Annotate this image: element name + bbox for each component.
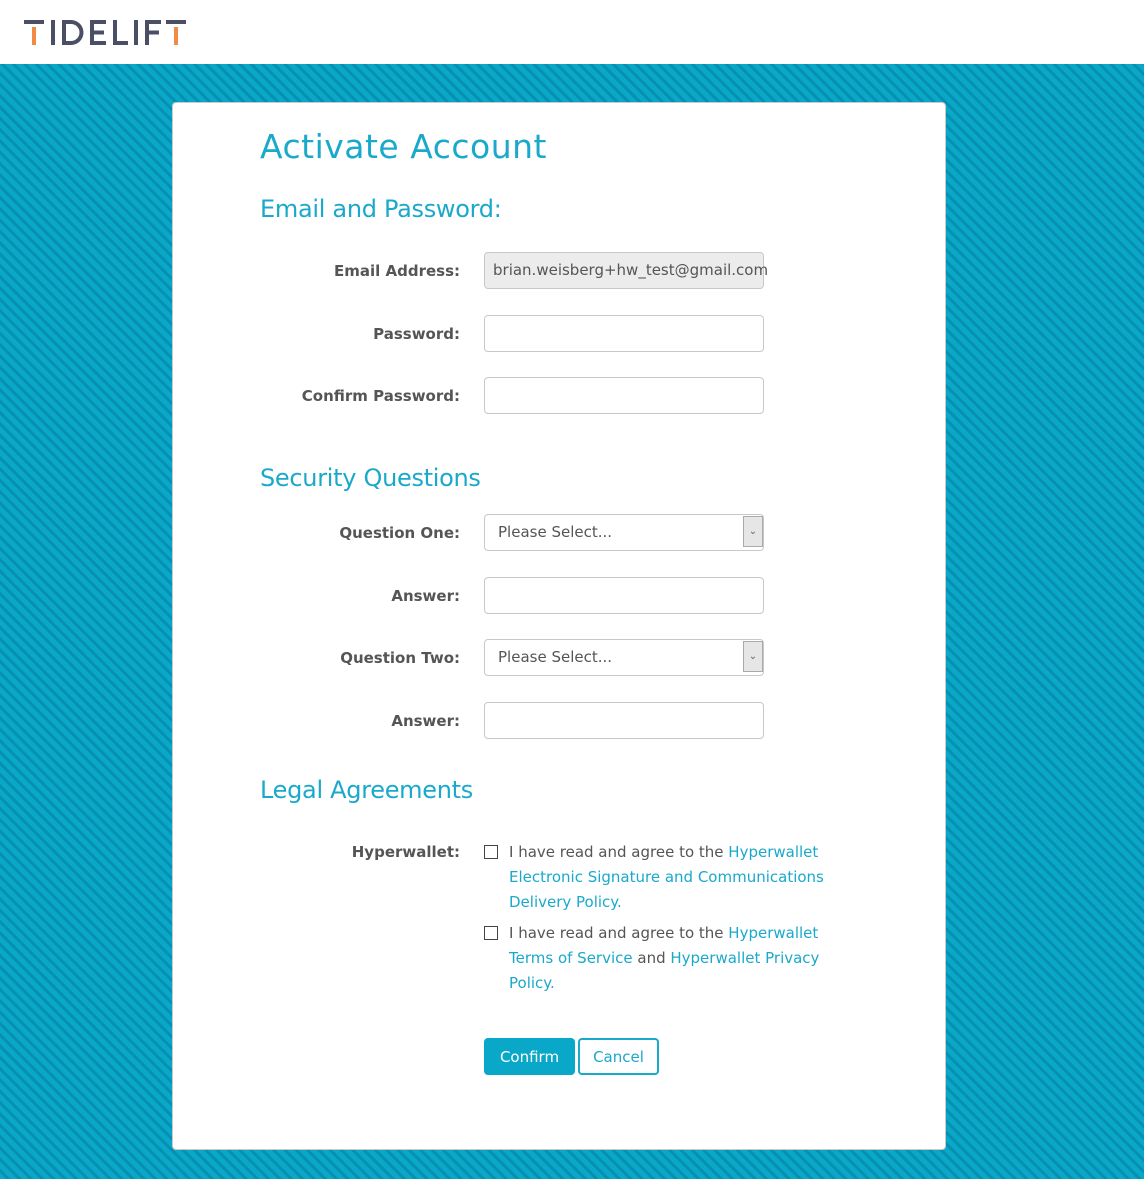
question-two-select[interactable]: Please Select... ⌄ [484,639,764,676]
agreement-terms: I have read and agree to the Hyperwallet… [484,921,854,996]
answer-one-label: Answer: [391,587,460,605]
question-one-label: Question One: [339,524,460,542]
page-title: Activate Account [260,127,547,166]
confirm-password-field[interactable] [484,377,764,414]
question-one-value: Please Select... [498,523,613,541]
answer-two-field[interactable] [484,702,764,739]
hyperwallet-label: Hyperwallet: [351,843,460,861]
agreement-terms-and: and [632,949,671,967]
agreement-esign: I have read and agree to the Hyperwallet… [484,840,854,915]
tidelift-logo-icon [24,20,186,45]
question-two-value: Please Select... [498,648,613,666]
activate-account-card: Activate Account Email and Password: Ema… [172,102,946,1150]
confirm-password-label: Confirm Password: [301,387,460,405]
agreement-terms-checkbox[interactable] [484,926,498,940]
section-title-security: Security Questions [260,464,481,492]
agreement-esign-text: I have read and agree to the Hyperwallet… [509,840,854,915]
agreement-esign-prefix: I have read and agree to the [509,843,729,861]
question-two-label: Question Two: [340,649,460,667]
cancel-button[interactable]: Cancel [578,1038,659,1075]
chevron-down-icon[interactable]: ⌄ [743,516,763,547]
answer-two-label: Answer: [391,712,460,730]
agreement-terms-text: I have read and agree to the Hyperwallet… [509,921,854,996]
password-label: Password: [373,325,460,343]
password-field[interactable] [484,315,764,352]
email-field[interactable]: brian.weisberg+hw_test@gmail.com [484,252,768,289]
confirm-button[interactable]: Confirm [484,1038,575,1075]
section-title-legal: Legal Agreements [260,776,473,804]
answer-one-field[interactable] [484,577,764,614]
agreement-terms-prefix: I have read and agree to the [509,924,729,942]
email-label: Email Address: [333,262,460,280]
top-bar [0,0,1144,64]
agreement-esign-checkbox[interactable] [484,845,498,859]
tidelift-logo[interactable] [24,16,199,48]
section-title-email-password: Email and Password: [260,195,502,223]
chevron-down-icon[interactable]: ⌄ [743,641,763,672]
question-one-select[interactable]: Please Select... ⌄ [484,514,764,551]
